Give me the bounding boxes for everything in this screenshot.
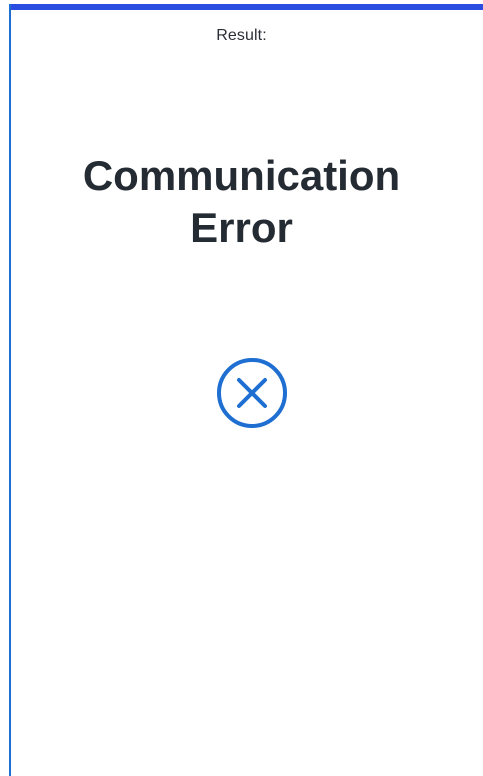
accent-top-bar bbox=[9, 4, 483, 10]
status-title-line-1: Communication bbox=[82, 152, 401, 199]
status-title: Communication Error bbox=[0, 150, 483, 254]
result-label: Result: bbox=[216, 27, 267, 44]
frame-left-edge bbox=[9, 4, 11, 776]
error-x-circle-icon bbox=[215, 356, 289, 430]
status-title-line-2: Error bbox=[190, 204, 293, 251]
result-screen: Result: Communication Error bbox=[0, 0, 483, 776]
